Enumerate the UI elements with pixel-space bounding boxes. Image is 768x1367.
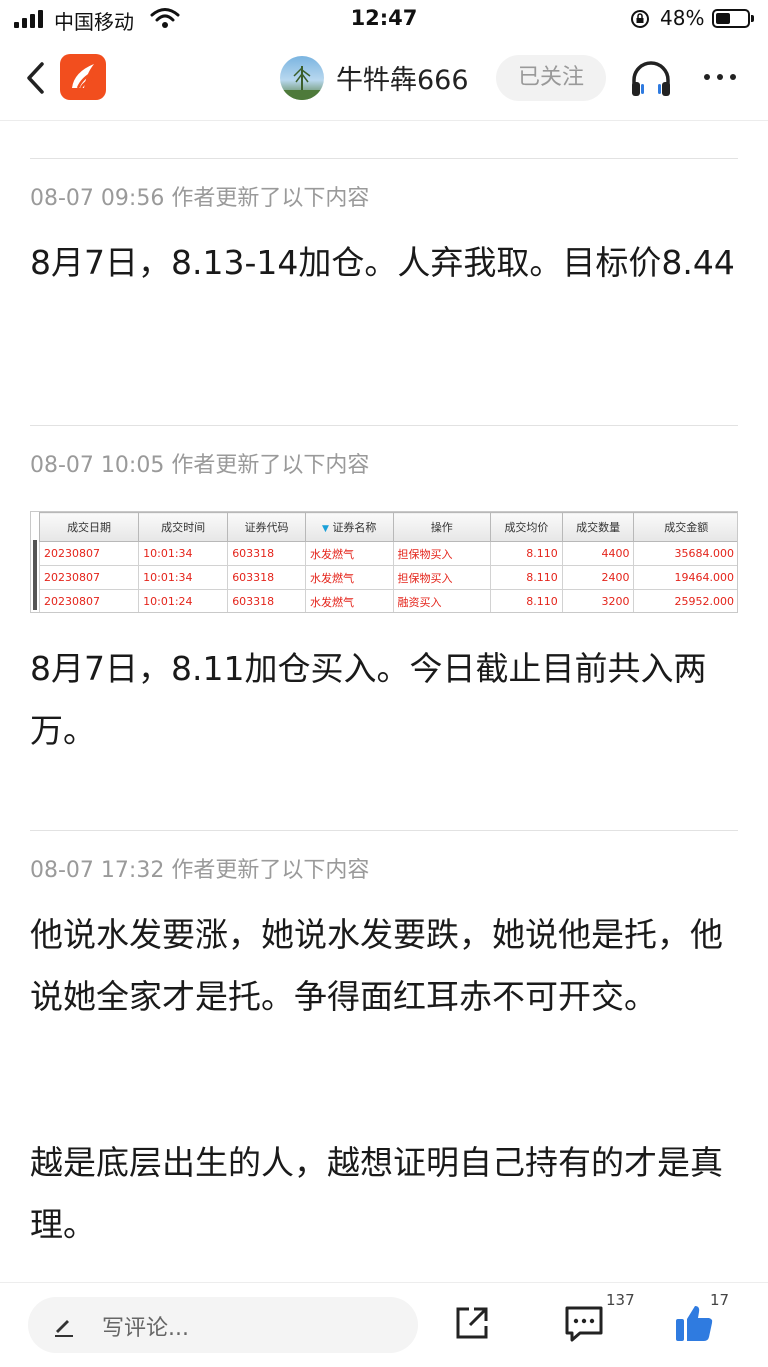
comment-icon[interactable] <box>564 1305 604 1343</box>
headphone-icon[interactable] <box>628 58 674 98</box>
comment-input[interactable]: 写评论... <box>28 1297 418 1353</box>
table-cell: 603318 <box>227 541 306 566</box>
col-amount: 成交金额 <box>633 512 737 542</box>
table-cell: 8.110 <box>490 541 563 566</box>
bottom-bar: 写评论... 137 17 <box>0 1282 768 1367</box>
comment-placeholder: 写评论... <box>102 1316 189 1341</box>
table-cell: 19464.000 <box>633 565 737 590</box>
lock-icon <box>631 10 649 28</box>
sort-triangle-icon: ▼ <box>322 524 329 534</box>
col-name: ▼ 证券名称 <box>304 512 394 542</box>
clock: 12:47 <box>350 6 418 30</box>
divider <box>30 830 738 831</box>
table-cell: 融资买入 <box>392 589 492 612</box>
like-icon[interactable] <box>674 1303 714 1343</box>
divider <box>30 158 738 159</box>
table-cell: 水发燃气 <box>304 541 394 566</box>
like-count: 17 <box>710 1291 730 1309</box>
table-cell: 3200 <box>561 589 635 612</box>
table-cell: 4400 <box>561 541 635 566</box>
share-icon[interactable] <box>454 1305 490 1341</box>
back-icon[interactable] <box>20 58 52 98</box>
app-logo-icon[interactable] <box>60 54 106 100</box>
update-meta: 08-07 17:32 作者更新了以下内容 <box>30 858 370 883</box>
author-avatar[interactable] <box>280 56 324 100</box>
table-cell: 20230807 <box>38 565 140 590</box>
update-text: 8月7日，8.11加仓买入。今日截止目前共入两万。 <box>30 649 707 750</box>
col-date: 成交日期 <box>38 512 140 542</box>
col-code: 证券代码 <box>227 512 306 542</box>
table-cell: 603318 <box>227 589 306 612</box>
col-qty: 成交数量 <box>561 512 635 542</box>
table-cell: 10:01:24 <box>138 589 229 612</box>
table-cell: 8.110 <box>490 589 563 612</box>
table-cell: 担保物买入 <box>392 565 492 590</box>
table-cell: 水发燃气 <box>304 565 394 590</box>
nav-bar: 牛牪犇666 已关注 <box>0 40 768 121</box>
status-bar: 中国移动 12:47 48% <box>0 0 768 40</box>
more-icon[interactable] <box>704 74 738 82</box>
update-text: 越是底层出生的人，越想证明自己持有的才是真理。 <box>30 1143 723 1244</box>
table-cell: 担保物买入 <box>392 541 492 566</box>
comment-count: 137 <box>606 1291 635 1309</box>
table-cell: 10:01:34 <box>138 565 229 590</box>
table-cell: 8.110 <box>490 565 563 590</box>
table-row: 20230807 10:01:34 603318 水发燃气 担保物买入 8.110 2400… <box>38 565 737 590</box>
table-cell: 20230807 <box>38 541 140 566</box>
table-cell: 水发燃气 <box>304 589 394 612</box>
table-cell: 20230807 <box>38 589 140 612</box>
divider <box>30 425 738 426</box>
table-cell: 10:01:34 <box>138 541 229 566</box>
col-time: 成交时间 <box>138 512 229 542</box>
update-meta: 08-07 09:56 作者更新了以下内容 <box>30 186 370 211</box>
table-cell: 35684.000 <box>633 541 737 566</box>
battery-percent: 48% <box>660 6 705 30</box>
trade-table-image[interactable]: 成交日期 成交时间 证券代码 ▼ 证券名称 操作 成交均价 成交数量 成交金额 … <box>30 511 738 613</box>
col-price: 成交均价 <box>490 512 563 542</box>
battery-icon <box>712 9 750 28</box>
table-row: 20230807 10:01:34 603318 水发燃气 担保物买入 8.110 4400… <box>38 541 737 566</box>
table-cell: 25952.000 <box>633 589 737 612</box>
author-name[interactable]: 牛牪犇666 <box>336 58 469 97</box>
trade-table-header: 成交日期 成交时间 证券代码 ▼ 证券名称 操作 成交均价 成交数量 成交金额 <box>38 512 737 542</box>
update-text: 他说水发要涨，她说水发要跌，她说他是托，他说她全家才是托。争得面红耳赤不可开交。 <box>30 915 723 1016</box>
col-op: 操作 <box>392 512 492 542</box>
table-row: 20230807 10:01:24 603318 水发燃气 融资买入 8.110 3200 2… <box>38 589 737 612</box>
update-meta: 08-07 10:05 作者更新了以下内容 <box>30 453 370 478</box>
update-text: 8月7日，8.13-14加仓。人弃我取。目标价8.44 <box>30 243 735 282</box>
follow-button[interactable]: 已关注 <box>496 55 606 101</box>
table-cell: 603318 <box>227 565 306 590</box>
pen-icon <box>55 1320 73 1337</box>
table-cell: 2400 <box>561 565 635 590</box>
